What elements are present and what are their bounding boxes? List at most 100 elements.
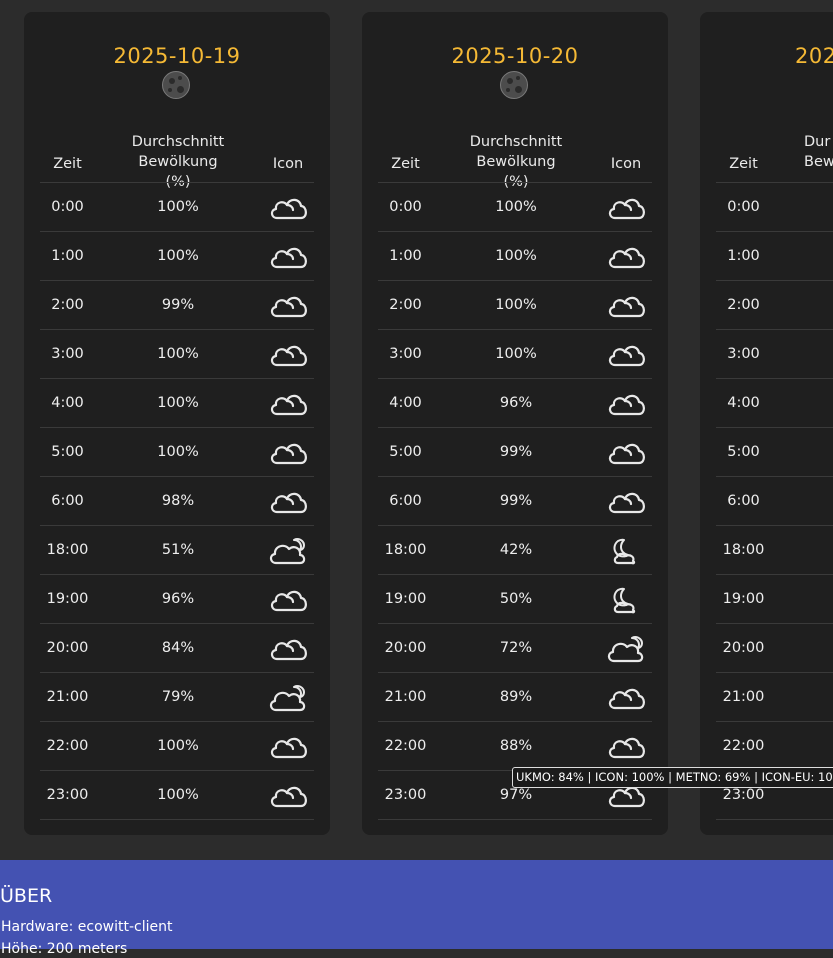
row-time: 20:00	[46, 640, 89, 656]
row-time: 0:00	[389, 199, 422, 215]
row-cloud-cover: 51%	[161, 542, 195, 558]
row-cloud-cover: 84%	[161, 640, 195, 656]
row-cloud-cover: 89%	[499, 689, 533, 705]
table-row: 19:00	[716, 574, 833, 623]
row-time: 3:00	[389, 346, 422, 362]
day-card: 202 Zeit Dur Bew 0:00 1:00 2:00 3:00 4:00 5:00 6:0…	[700, 12, 833, 835]
row-time: 1:00	[51, 248, 84, 264]
table-row: 4:00 96%	[378, 378, 652, 427]
table-row: 5:00	[716, 427, 833, 476]
header-line-1: Durchschnitt	[469, 134, 563, 150]
card-date: 2025-10-19	[113, 44, 241, 68]
cloud-icon[interactable]	[266, 771, 310, 819]
table-row: 20:00	[716, 623, 833, 672]
table-row: 19:00 96%	[40, 574, 314, 623]
row-cloud-cover: 79%	[161, 689, 195, 705]
table-row: 0:00 100%	[378, 182, 652, 231]
row-cloud-cover: 88%	[499, 738, 533, 754]
column-header-time: Zeit	[391, 156, 420, 172]
row-time: 18:00	[384, 542, 427, 558]
table-row: 6:00 98%	[40, 476, 314, 525]
header-line-1: Durchschnitt	[131, 134, 225, 150]
table-row: 18:00	[716, 525, 833, 574]
row-time: 6:00	[727, 493, 760, 509]
card-date: 2025-10-20	[451, 44, 579, 68]
table-row: 0:00	[716, 182, 833, 231]
row-time: 18:00	[722, 542, 765, 558]
cloud-icon[interactable]	[604, 379, 648, 427]
table-row: 3:00 100%	[40, 329, 314, 378]
table-row: 1:00	[716, 231, 833, 280]
table-row: 6:00 99%	[378, 476, 652, 525]
about-title: ÜBER	[0, 885, 53, 907]
cloud-icon[interactable]	[266, 428, 310, 476]
cloud-icon[interactable]	[604, 477, 648, 525]
cloud-icon[interactable]	[604, 673, 648, 721]
moon-phase-icon	[162, 71, 190, 99]
table-row: 21:00 79%	[40, 672, 314, 721]
row-time: 0:00	[51, 199, 84, 215]
row-cloud-cover: 50%	[499, 591, 533, 607]
cloud-icon[interactable]	[604, 722, 648, 770]
cloud-icon[interactable]	[266, 722, 310, 770]
moon-cloud-icon[interactable]	[604, 526, 648, 574]
forecast-cards: 2025-10-19 Zeit Durchschnitt Bewölkung (%) I…	[0, 0, 833, 860]
table-row: 22:00 100%	[40, 721, 314, 770]
row-cloud-cover: 96%	[161, 591, 195, 607]
cloud-moon-icon[interactable]	[266, 526, 310, 574]
day-card: 2025-10-19 Zeit Durchschnitt Bewölkung (%) I…	[24, 12, 330, 835]
row-time: 21:00	[722, 689, 765, 705]
row-time: 2:00	[51, 297, 84, 313]
table-row: 1:00 100%	[40, 231, 314, 280]
hardware-info: Hardware: ecowitt-client	[1, 919, 173, 935]
about-section: ÜBER Hardware: ecowitt-client Höhe: 200 …	[0, 860, 833, 957]
cloud-icon[interactable]	[604, 232, 648, 280]
cloud-icon[interactable]	[266, 379, 310, 427]
card-date: 202	[795, 44, 833, 68]
cloud-icon[interactable]	[266, 330, 310, 378]
cloud-icon[interactable]	[604, 330, 648, 378]
row-cloud-cover: 100%	[495, 297, 537, 313]
row-time: 5:00	[51, 444, 84, 460]
table-row: 23:00 100%	[40, 770, 314, 819]
row-cloud-cover: 100%	[495, 199, 537, 215]
cloud-icon[interactable]	[604, 428, 648, 476]
row-time: 5:00	[727, 444, 760, 460]
table-bottom-rule	[716, 819, 833, 820]
altitude-info: Höhe: 200 meters	[1, 941, 128, 957]
table-row: 21:00	[716, 672, 833, 721]
row-time: 21:00	[384, 689, 427, 705]
row-cloud-cover: 100%	[157, 395, 199, 411]
row-cloud-cover: 100%	[495, 346, 537, 362]
row-cloud-cover: 100%	[157, 199, 199, 215]
row-cloud-cover: 100%	[157, 346, 199, 362]
cloud-icon[interactable]	[266, 575, 310, 623]
table-row: 2:00	[716, 280, 833, 329]
table-row: 0:00 100%	[40, 182, 314, 231]
row-cloud-cover: 42%	[499, 542, 533, 558]
cloud-icon[interactable]	[604, 281, 648, 329]
cloud-icon[interactable]	[266, 183, 310, 231]
cloud-icon[interactable]	[266, 232, 310, 280]
cloud-icon[interactable]	[266, 477, 310, 525]
table-row: 19:00 50%	[378, 574, 652, 623]
cloud-moon-icon[interactable]	[266, 673, 310, 721]
row-time: 22:00	[384, 738, 427, 754]
row-cloud-cover: 96%	[499, 395, 533, 411]
header-line-1: Dur	[804, 134, 831, 150]
table-row: 18:00 51%	[40, 525, 314, 574]
table-bottom-rule	[378, 819, 652, 820]
cloud-icon[interactable]	[266, 281, 310, 329]
cloud-icon[interactable]	[266, 624, 310, 672]
table-row: 5:00 99%	[378, 427, 652, 476]
cloud-icon[interactable]	[604, 183, 648, 231]
row-time: 3:00	[51, 346, 84, 362]
moon-cloud-icon[interactable]	[604, 575, 648, 623]
cloud-moon-icon[interactable]	[604, 624, 648, 672]
header-line-2: Bew	[804, 154, 833, 170]
row-time: 22:00	[722, 738, 765, 754]
row-time: 1:00	[727, 248, 760, 264]
row-cloud-cover: 99%	[161, 297, 195, 313]
row-time: 21:00	[46, 689, 89, 705]
row-time: 2:00	[727, 297, 760, 313]
